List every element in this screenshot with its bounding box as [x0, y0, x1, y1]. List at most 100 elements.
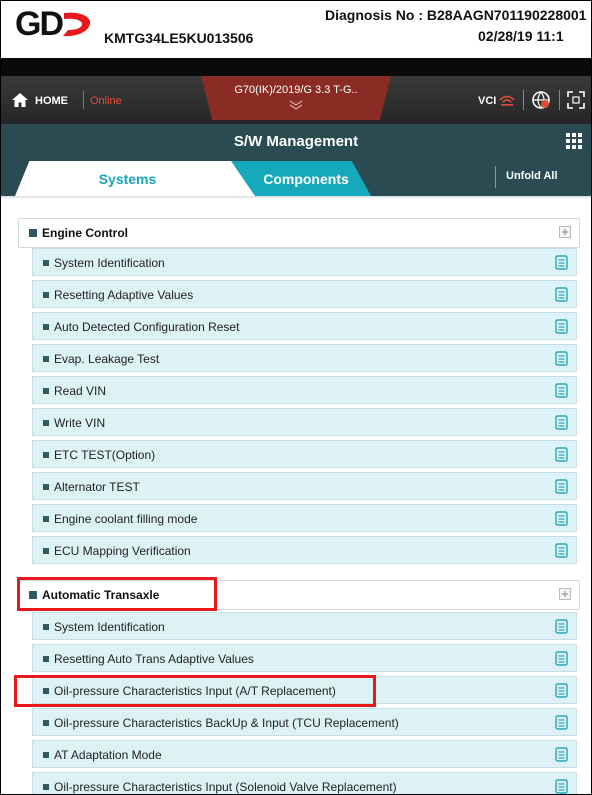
logo-swoosh-icon	[63, 12, 91, 37]
item-label: Engine coolant filling mode	[54, 512, 198, 526]
bullet-square-icon	[43, 784, 49, 790]
document-icon[interactable]	[555, 747, 568, 762]
item-label: AT Adaptation Mode	[54, 748, 162, 762]
document-icon[interactable]	[555, 511, 568, 526]
item-label: Read VIN	[54, 384, 107, 398]
highlight-box-group	[17, 577, 217, 611]
bullet-square-icon	[43, 324, 49, 330]
list-item[interactable]: Resetting Adaptive Values	[32, 280, 577, 308]
bullet-square-icon	[43, 720, 49, 726]
list-item[interactable]: Oil-pressure Characteristics BackUp & In…	[32, 708, 577, 736]
document-icon[interactable]	[555, 543, 568, 558]
item-label: Resetting Auto Trans Adaptive Values	[54, 652, 254, 666]
list-item[interactable]: Auto Detected Configuration Reset	[32, 312, 577, 340]
bullet-square-icon	[43, 388, 49, 394]
system-list: Engine Control System Identification Res…	[1, 196, 591, 794]
list-item[interactable]: ETC TEST(Option)	[32, 440, 577, 468]
list-item[interactable]: AT Adaptation Mode	[32, 740, 577, 768]
item-label: Resetting Adaptive Values	[54, 288, 194, 302]
fullscreen-icon[interactable]	[567, 91, 585, 109]
vci-signal-icon[interactable]	[499, 94, 515, 106]
list-item[interactable]: System Identification	[32, 612, 577, 640]
home-icon[interactable]	[11, 92, 29, 108]
tab-bar: Components Systems Unfold All	[1, 158, 591, 196]
item-label: Write VIN	[54, 416, 106, 430]
document-icon[interactable]	[555, 779, 568, 794]
list-item[interactable]: Alternator TEST	[32, 472, 577, 500]
bullet-square-icon	[43, 356, 49, 362]
grid-menu-icon[interactable]	[566, 133, 582, 149]
group-header-engine-control[interactable]: Engine Control	[18, 218, 580, 248]
list-item[interactable]: Engine coolant filling mode	[32, 504, 577, 532]
bullet-square-icon	[43, 624, 49, 630]
nav-divider	[523, 90, 524, 110]
list-item[interactable]: Oil-pressure Characteristics Input (Sole…	[32, 772, 577, 794]
document-icon[interactable]	[555, 619, 568, 634]
gds-logo: GD	[15, 7, 94, 41]
datetime: 02/28/19 11:1	[478, 28, 564, 44]
header: GD KMTG34LE5KU013506 Diagnosis No : B28A…	[1, 1, 591, 58]
tab-systems-label: Systems	[98, 171, 157, 187]
nav-divider	[83, 91, 84, 109]
vehicle-selector[interactable]: G70(IK)/2019/G 3.3 T-G..	[201, 76, 391, 120]
item-label: Oil-pressure Characteristics Input (Sole…	[54, 780, 397, 794]
list-item[interactable]: Read VIN	[32, 376, 577, 404]
vci-label: VCI	[478, 95, 497, 107]
bullet-square-icon	[43, 452, 49, 458]
list-item[interactable]: System Identification	[32, 248, 577, 276]
document-icon[interactable]	[555, 351, 568, 366]
item-label: System Identification	[54, 620, 165, 634]
page-title: S/W Management	[233, 133, 359, 150]
item-label: Oil-pressure Characteristics BackUp & In…	[54, 716, 399, 730]
bullet-square-icon	[43, 292, 49, 298]
chevron-down-icon	[289, 100, 303, 110]
item-label: System Identification	[54, 256, 165, 270]
bullet-square-icon	[43, 260, 49, 266]
app-window: GD KMTG34LE5KU013506 Diagnosis No : B28A…	[0, 0, 592, 795]
collapse-toggle-icon[interactable]	[559, 226, 571, 238]
tab-systems[interactable]: Systems	[15, 161, 255, 196]
document-icon[interactable]	[555, 683, 568, 698]
bullet-square-icon	[43, 484, 49, 490]
document-icon[interactable]	[555, 383, 568, 398]
diagnosis-number: Diagnosis No : B28AAGN701190228001	[325, 7, 587, 23]
nav-bar: HOME Online G70(IK)/2019/G 3.3 T-G.. VCI	[1, 76, 591, 124]
vehicle-label: G70(IK)/2019/G 3.3 T-G..	[234, 84, 358, 96]
list-item[interactable]: Write VIN	[32, 408, 577, 436]
list-item[interactable]: Resetting Auto Trans Adaptive Values	[32, 644, 577, 672]
group-label: Engine Control	[42, 226, 128, 240]
document-icon[interactable]	[555, 287, 568, 302]
document-icon[interactable]	[555, 715, 568, 730]
item-label: Auto Detected Configuration Reset	[54, 320, 240, 334]
document-icon[interactable]	[555, 415, 568, 430]
bullet-square-icon	[43, 420, 49, 426]
bullet-square-icon	[43, 656, 49, 662]
item-label: Evap. Leakage Test	[54, 352, 160, 366]
document-icon[interactable]	[555, 255, 568, 270]
home-button[interactable]: HOME	[35, 95, 68, 107]
document-icon[interactable]	[555, 319, 568, 334]
bullet-square-icon	[43, 516, 49, 522]
top-divider-bar	[1, 58, 591, 76]
title-bar: S/W Management	[1, 124, 591, 158]
tab-components-label: Components	[263, 171, 349, 187]
logo-text: GD	[15, 5, 64, 43]
tab-divider	[495, 166, 496, 188]
document-icon[interactable]	[555, 479, 568, 494]
bullet-square-icon	[43, 752, 49, 758]
nav-divider	[559, 90, 560, 110]
bullet-square-icon	[43, 548, 49, 554]
highlight-box-item	[14, 675, 376, 707]
vin-number: KMTG34LE5KU013506	[104, 30, 254, 46]
unfold-all-button[interactable]: Unfold All	[506, 170, 558, 182]
network-icon[interactable]	[531, 90, 551, 110]
document-icon[interactable]	[555, 447, 568, 462]
item-label: Alternator TEST	[54, 480, 140, 494]
document-icon[interactable]	[555, 651, 568, 666]
item-label: ECU Mapping Verification	[54, 544, 191, 558]
item-label: ETC TEST(Option)	[54, 448, 156, 462]
bullet-square-icon	[29, 229, 37, 237]
list-item[interactable]: Evap. Leakage Test	[32, 344, 577, 372]
list-item[interactable]: ECU Mapping Verification	[32, 536, 577, 564]
collapse-toggle-icon[interactable]	[559, 588, 571, 600]
